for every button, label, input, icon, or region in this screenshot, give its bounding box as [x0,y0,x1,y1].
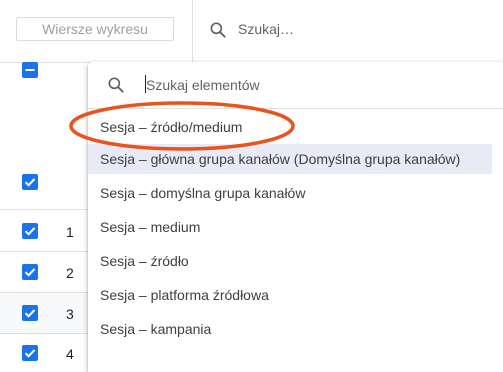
toolbar-divider [192,0,193,62]
row-number: 4 [66,346,74,362]
row-background [0,293,90,333]
search-icon [108,77,124,93]
table-left-column: 1 2 3 4 [0,62,90,372]
row-number: 3 [66,306,74,322]
dropdown-search-input[interactable] [146,74,486,96]
row-checkbox[interactable] [22,264,38,280]
dropdown-item-session-default-channel-group[interactable]: Sesja – domyślna grupa kanałów [88,178,492,208]
search-icon[interactable] [208,20,228,40]
select-all-checkbox[interactable] [22,62,38,78]
dropdown-item-session-primary-channel-group[interactable]: Sesja – główna grupa kanałów (Domyślna g… [88,144,492,174]
row-divider [0,333,90,334]
dimension-dropdown: Sesja – źródło/medium Sesja – główna gru… [88,62,503,372]
chart-rows-button[interactable]: Wiersze wykresu [16,17,174,41]
row-checkbox[interactable] [22,305,38,321]
row-number: 2 [66,265,74,281]
dropdown-item-session-campaign[interactable]: Sesja – kampania [88,314,492,344]
row-checkbox[interactable] [22,223,38,239]
dropdown-item-session-source[interactable]: Sesja – źródło [88,246,492,276]
row-divider [0,209,90,210]
dropdown-item-session-source-platform[interactable]: Sesja – platforma źródłowa [88,280,492,310]
dropdown-divider [88,108,503,109]
row-checkbox[interactable] [22,345,38,361]
row-number: 1 [66,224,74,240]
row-divider [0,251,90,252]
dropdown-item-session-source-medium[interactable]: Sesja – źródło/medium [88,112,492,142]
totals-row-checkbox[interactable] [22,174,38,190]
dropdown-item-session-medium[interactable]: Sesja – medium [88,212,492,242]
text-cursor [145,75,146,93]
table-toolbar: Wiersze wykresu Szukaj… [0,0,503,63]
table-search-field[interactable]: Szukaj… [238,21,294,37]
